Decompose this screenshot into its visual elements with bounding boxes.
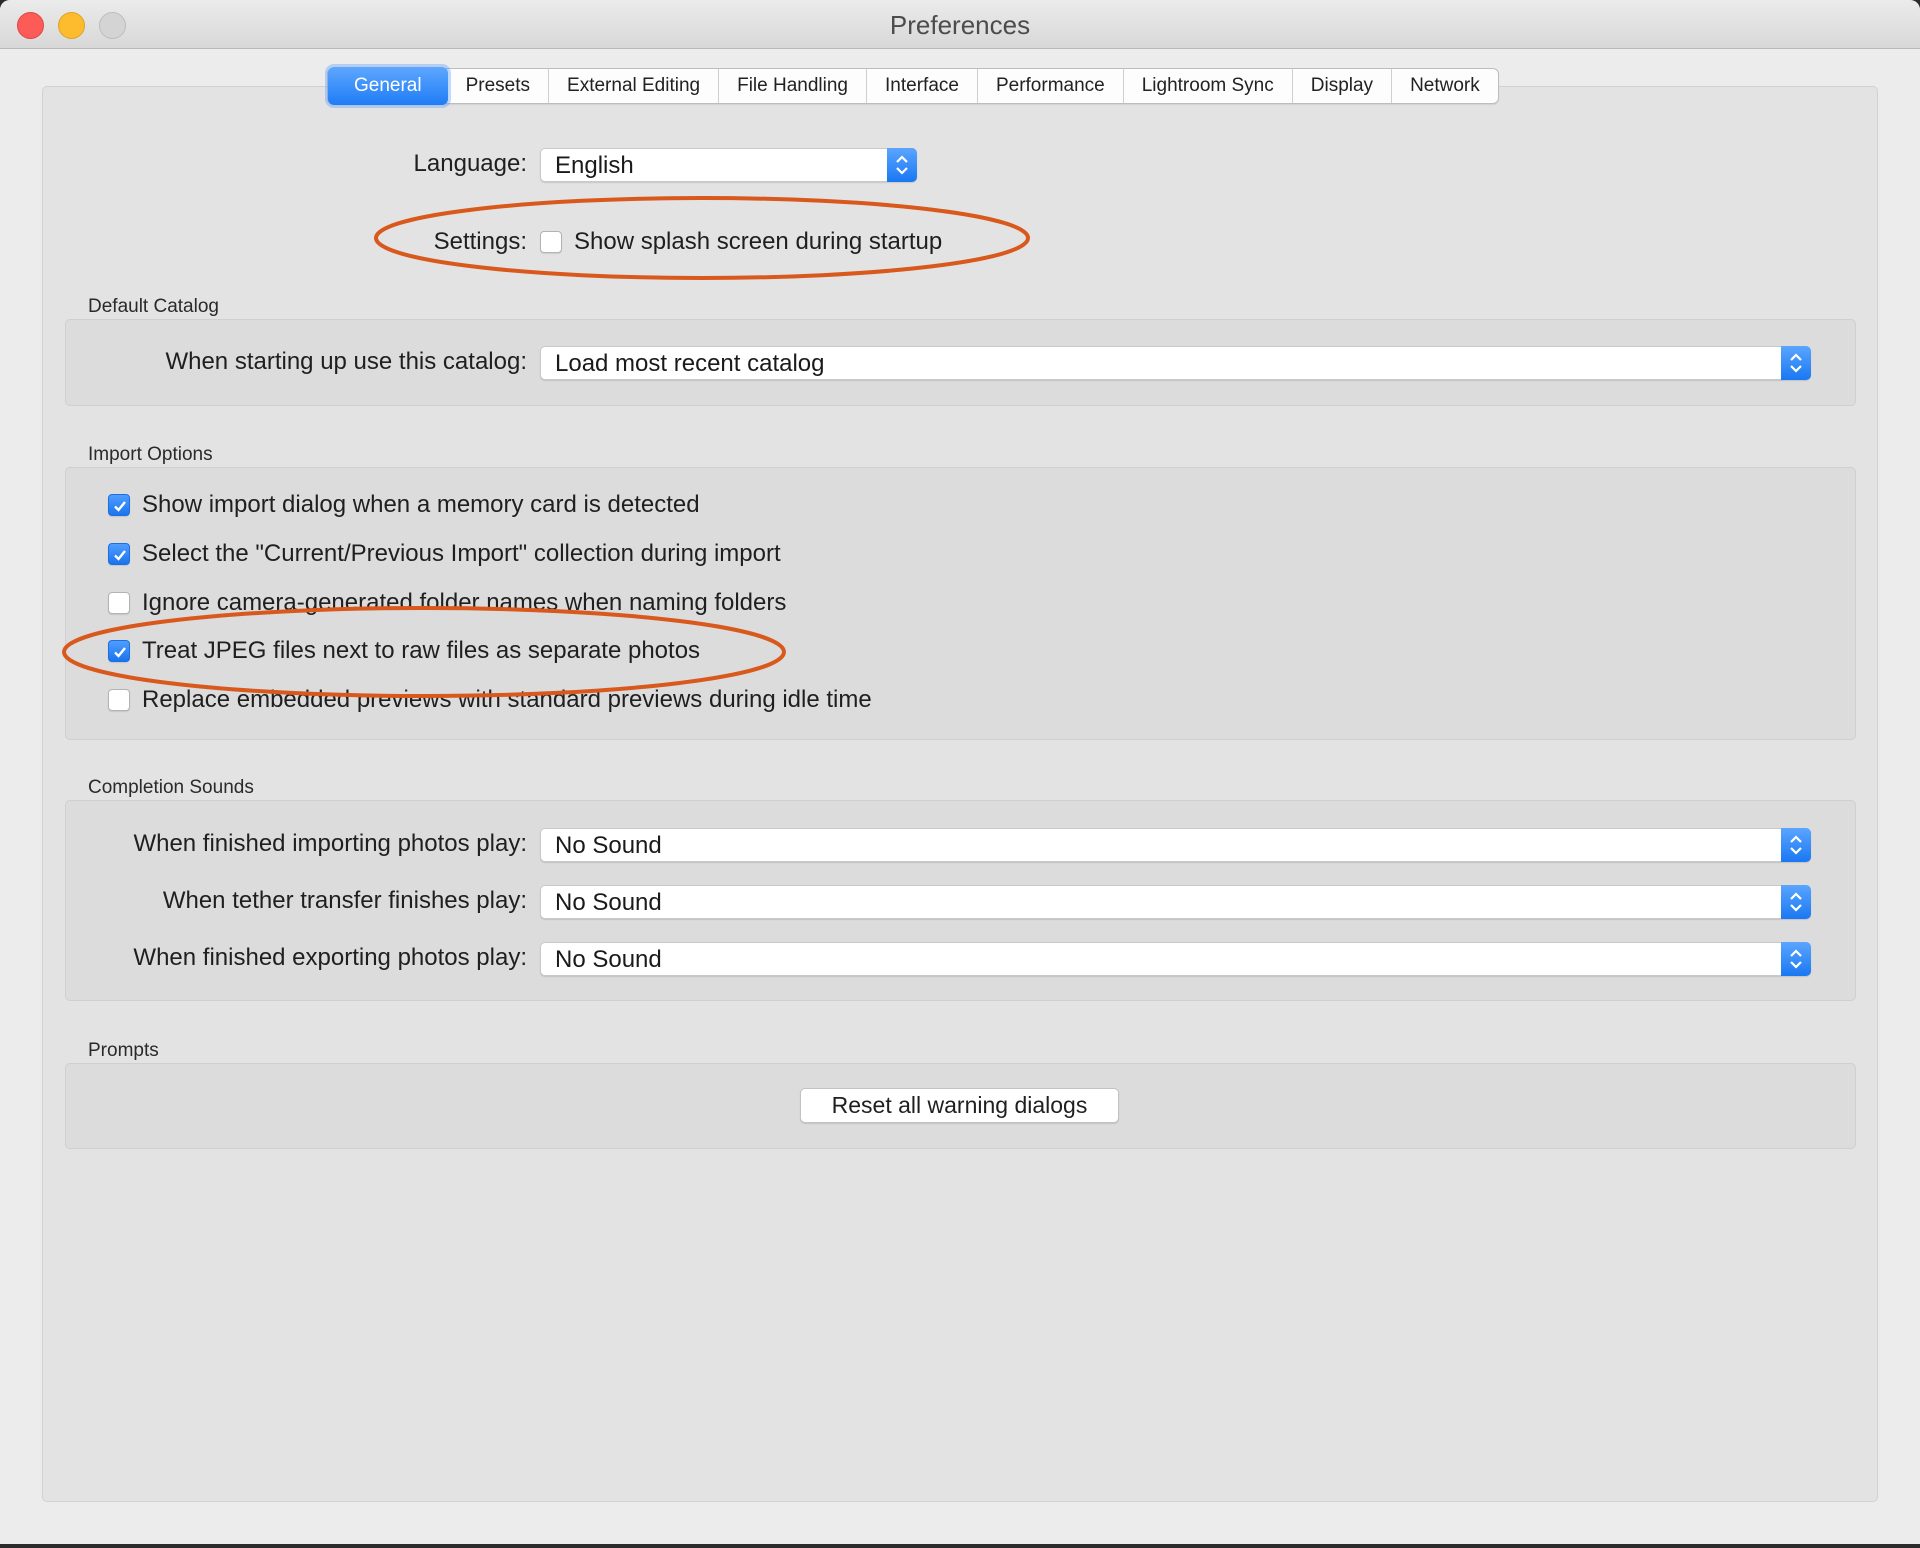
import-sound-value: No Sound	[555, 832, 662, 859]
import-option-checkbox[interactable]	[108, 689, 130, 711]
import-option-checkbox[interactable]	[108, 640, 130, 662]
import-option-row[interactable]: Replace embedded previews with standard …	[108, 685, 872, 715]
export-sound-label: When finished exporting photos play:	[133, 944, 527, 971]
import-sound-label: When finished importing photos play:	[133, 830, 527, 857]
splash-screen-label: Show splash screen during startup	[574, 228, 943, 255]
import-option-row[interactable]: Ignore camera-generated folder names whe…	[108, 588, 786, 618]
tab-network[interactable]: Network	[1392, 69, 1498, 103]
tab-file-handling[interactable]: File Handling	[719, 69, 868, 103]
title-bar: Preferences	[0, 0, 1920, 49]
tab-performance[interactable]: Performance	[978, 69, 1124, 103]
preferences-window: Preferences General Presets External Edi…	[0, 0, 1920, 1544]
tab-display[interactable]: Display	[1293, 69, 1393, 103]
export-sound-value: No Sound	[555, 946, 662, 973]
import-option-row[interactable]: Select the "Current/Previous Import" col…	[108, 539, 781, 569]
language-select[interactable]: English	[540, 148, 917, 182]
import-option-checkbox[interactable]	[108, 543, 130, 565]
prompts-title: Prompts	[88, 1040, 159, 1061]
language-label: Language:	[413, 150, 527, 177]
settings-label: Settings:	[433, 228, 527, 255]
import-option-checkbox[interactable]	[108, 494, 130, 516]
import-option-checkbox[interactable]	[108, 592, 130, 614]
splash-screen-checkbox[interactable]	[540, 231, 562, 253]
tab-panel	[42, 86, 1878, 1502]
tab-bar: General Presets External Editing File Ha…	[327, 67, 1499, 105]
language-value: English	[555, 152, 634, 179]
catalog-value: Load most recent catalog	[555, 350, 825, 377]
import-option-label: Replace embedded previews with standard …	[142, 686, 872, 713]
tab-general[interactable]: General	[328, 67, 448, 105]
chevron-updown-icon	[887, 148, 917, 182]
import-option-label: Ignore camera-generated folder names whe…	[142, 589, 787, 616]
import-option-row[interactable]: Treat JPEG files next to raw files as se…	[108, 636, 700, 666]
tab-interface[interactable]: Interface	[867, 69, 978, 103]
import-option-label: Select the "Current/Previous Import" col…	[142, 540, 781, 567]
tether-sound-select[interactable]: No Sound	[540, 885, 1811, 919]
tab-lightroom-sync[interactable]: Lightroom Sync	[1124, 69, 1293, 103]
import-option-row[interactable]: Show import dialog when a memory card is…	[108, 490, 700, 520]
chevron-updown-icon	[1781, 828, 1811, 862]
completion-sounds-title: Completion Sounds	[88, 777, 254, 798]
default-catalog-title: Default Catalog	[88, 296, 219, 317]
splash-screen-option[interactable]: Show splash screen during startup	[540, 227, 942, 257]
import-option-label: Show import dialog when a memory card is…	[142, 491, 700, 518]
tab-presets[interactable]: Presets	[448, 69, 550, 103]
window-title: Preferences	[889, 10, 1031, 40]
tether-sound-value: No Sound	[555, 889, 662, 916]
chevron-updown-icon	[1781, 346, 1811, 380]
catalog-label: When starting up use this catalog:	[165, 348, 527, 375]
reset-warning-dialogs-button[interactable]: Reset all warning dialogs	[800, 1088, 1119, 1123]
tether-sound-label: When tether transfer finishes play:	[162, 887, 527, 914]
export-sound-select[interactable]: No Sound	[540, 942, 1811, 976]
import-options-title: Import Options	[88, 444, 213, 465]
chevron-updown-icon	[1781, 942, 1811, 976]
catalog-select[interactable]: Load most recent catalog	[540, 346, 1811, 380]
import-option-label: Treat JPEG files next to raw files as se…	[142, 637, 701, 664]
import-sound-select[interactable]: No Sound	[540, 828, 1811, 862]
tab-external-editing[interactable]: External Editing	[549, 69, 720, 103]
chevron-updown-icon	[1781, 885, 1811, 919]
